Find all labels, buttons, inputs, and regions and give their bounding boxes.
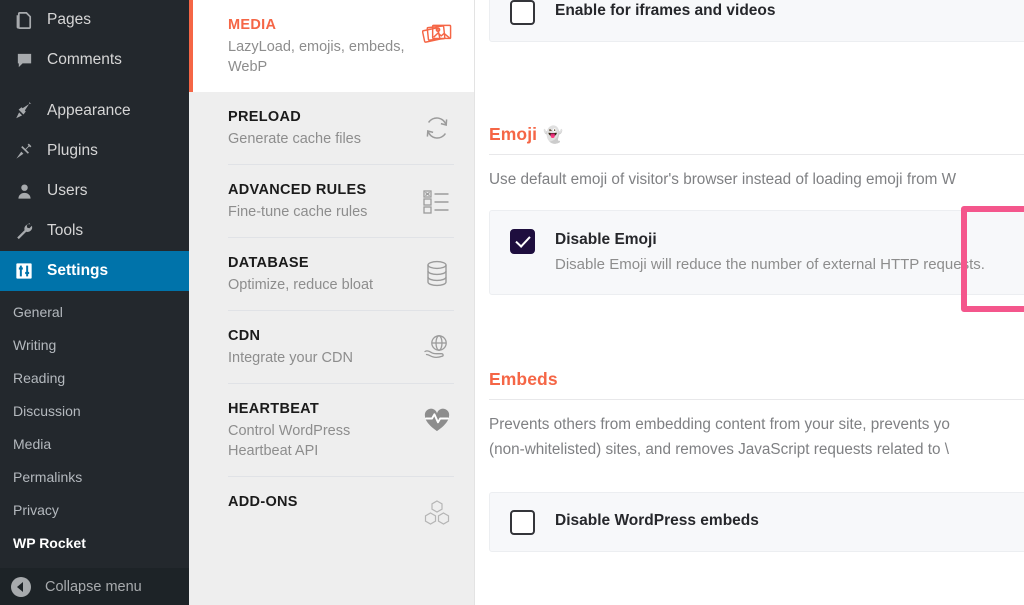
sidebar-item-label: Comments [47,51,122,68]
embeds-section-description-line1: Prevents others from embedding content f… [489,416,950,433]
sidebar-item-pages[interactable]: Pages [0,0,189,40]
sidebar-item-label: Appearance [47,102,131,119]
sidebar-item-label: Pages [47,11,91,28]
embeds-section: Embeds Prevents others from embedding co… [489,369,1024,462]
database-stack-icon [420,257,454,291]
embeds-heading-text: Embeds [489,369,558,389]
sidebar-item-label: Plugins [47,142,98,159]
disable-emoji-checkbox[interactable] [510,229,535,254]
settings-sliders-icon [13,261,35,281]
emoji-section-heading: Emoji 👻 [489,124,1024,145]
section-divider [489,399,1024,400]
tab-title: DATABASE [228,255,309,271]
tools-wrench-icon [13,221,35,241]
tab-desc: Integrate your CDN [228,350,353,366]
admin-menu: Pages Comments Appearance Plugins Users … [0,0,197,568]
embeds-section-description-line2: (non-whitelisted) sites, and removes Jav… [489,441,949,458]
chevron-left-circle-icon [11,576,31,597]
menu-separator [0,80,189,91]
sidebar-item-comments[interactable]: Comments [0,40,189,80]
tab-media[interactable]: MEDIA LazyLoad, emojis, embeds, WebP [189,0,474,92]
tab-title: HEARTBEAT [228,401,320,417]
disable-emoji-option-row[interactable]: Disable Emoji Disable Emoji will reduce … [489,210,1024,295]
iframes-videos-option-row[interactable]: Enable for iframes and videos [489,0,1024,42]
tab-desc: Optimize, reduce bloat [228,277,374,293]
enable-iframes-videos-checkbox[interactable] [510,0,535,25]
plugins-plug-icon [13,141,35,161]
photos-stack-icon [420,19,454,53]
sidebar-item-settings[interactable]: Settings [0,251,197,291]
disable-wordpress-embeds-option-row[interactable]: Disable WordPress embeds [489,492,1024,552]
disable-wordpress-embeds-label: Disable WordPress embeds [555,512,759,529]
globe-hand-icon [420,330,454,364]
emoji-section: Emoji 👻 Use default emoji of visitor's b… [489,124,1024,192]
collapse-menu-label: Collapse menu [45,578,142,595]
wordpress-admin-sidebar: Pages Comments Appearance Plugins Users … [0,0,197,605]
submenu-item-permalinks[interactable]: Permalinks [0,461,189,494]
emoji-heading-text: Emoji [489,124,538,144]
ghost-emoji-icon: 👻 [543,126,564,144]
tab-advanced-rules[interactable]: ADVANCED RULES Fine-tune cache rules [189,165,474,237]
heart-pulse-icon [420,403,454,437]
tab-title: PRELOAD [228,109,301,125]
disable-wordpress-embeds-checkbox[interactable] [510,510,535,535]
submenu-item-reading[interactable]: Reading [0,362,189,395]
tab-title: ADD-ONS [228,494,298,510]
sidebar-item-appearance[interactable]: Appearance [0,91,189,131]
tab-title: MEDIA [228,17,277,33]
tab-preload[interactable]: PRELOAD Generate cache files [189,92,474,164]
comments-icon [13,50,35,70]
tab-desc: Control WordPress Heartbeat API [228,423,351,459]
sidebar-item-label: Settings [47,262,109,279]
cubes-icon [420,496,454,530]
submenu-item-writing[interactable]: Writing [0,329,189,362]
sidebar-item-tools[interactable]: Tools [0,211,189,251]
submenu-item-privacy[interactable]: Privacy [0,494,189,527]
checklist-icon [420,184,454,218]
disable-emoji-label: Disable Emoji [555,231,657,248]
enable-iframes-videos-label: Enable for iframes and videos [555,2,776,19]
embeds-section-heading: Embeds [489,369,1024,390]
tab-add-ons[interactable]: ADD-ONS [189,477,474,547]
emoji-section-description: Use default emoji of visitor's browser i… [489,171,957,188]
tab-cdn[interactable]: CDN Integrate your CDN [189,311,474,383]
tab-heartbeat[interactable]: HEARTBEAT Control WordPress Heartbeat AP… [189,384,474,476]
disable-emoji-description: Disable Emoji will reduce the number of … [555,256,985,273]
pages-icon [13,10,35,30]
sidebar-item-users[interactable]: Users [0,171,189,211]
collapse-menu-button[interactable]: Collapse menu [0,568,189,605]
users-person-icon [13,181,35,201]
sidebar-item-plugins[interactable]: Plugins [0,131,189,171]
tab-database[interactable]: DATABASE Optimize, reduce bloat [189,238,474,310]
section-divider [489,154,1024,155]
refresh-circular-arrows-icon [420,111,454,145]
submenu-item-discussion[interactable]: Discussion [0,395,189,428]
wp-admin-screen: Pages Comments Appearance Plugins Users … [0,0,1024,605]
sidebar-item-label: Tools [47,222,84,239]
tab-title: CDN [228,328,261,344]
submenu-item-wp-rocket[interactable]: WP Rocket [0,527,189,560]
tab-desc: Fine-tune cache rules [228,204,368,220]
sidebar-item-label: Users [47,182,88,199]
submenu-item-general[interactable]: General [0,296,189,329]
tab-title: ADVANCED RULES [228,182,367,198]
tab-desc: Generate cache files [228,131,361,147]
settings-submenu: General Writing Reading Discussion Media… [0,291,189,568]
media-settings-panel: Enable for iframes and videos Emoji 👻 Us… [475,0,1024,605]
appearance-brush-icon [13,101,35,121]
wp-rocket-settings-nav: MEDIA LazyLoad, emojis, embeds, WebP PRE… [189,0,475,605]
tab-desc: LazyLoad, emojis, embeds, WebP [228,39,405,75]
submenu-item-media[interactable]: Media [0,428,189,461]
